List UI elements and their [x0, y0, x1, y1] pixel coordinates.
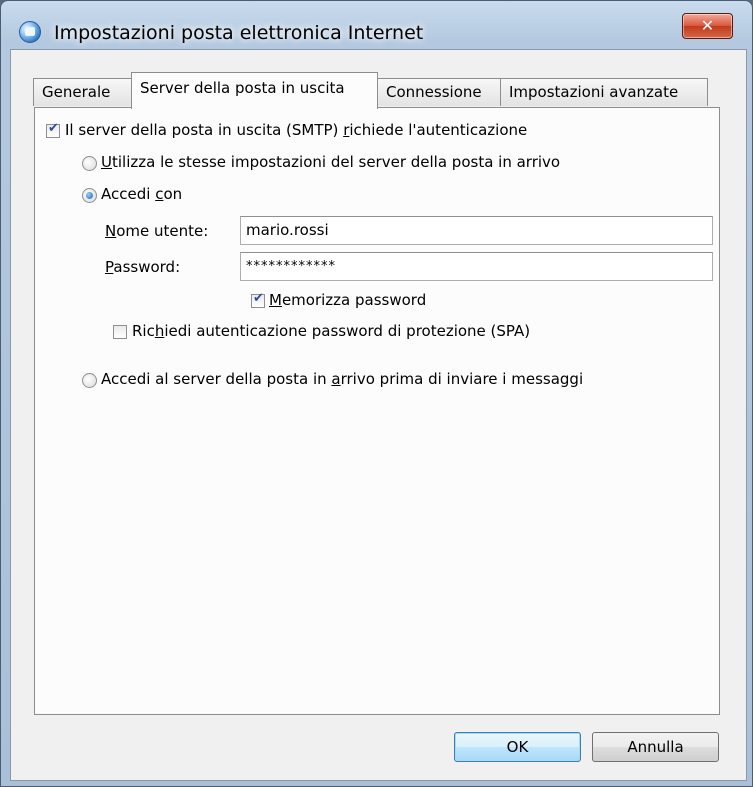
- username-input[interactable]: mario.rossi: [240, 216, 713, 245]
- tab-connessione[interactable]: Connessione: [377, 78, 501, 106]
- password-label: Password:: [105, 258, 180, 276]
- mail-settings-icon: [19, 21, 41, 43]
- label-text: Il server della posta in uscita (SMTP): [65, 121, 344, 139]
- dialog-client-area: Generale Server della posta in uscita Co…: [10, 49, 747, 781]
- window-title: Impostazioni posta elettronica Internet: [54, 22, 424, 44]
- spa-label[interactable]: Richiedi autenticazione password di prot…: [132, 322, 530, 340]
- incoming-first-label[interactable]: Accedi al server della posta in arrivo p…: [101, 370, 583, 388]
- login-with-radio[interactable]: [82, 188, 97, 203]
- label-text: rrivo prima di inviare i messaggi: [340, 370, 584, 388]
- password-input[interactable]: ************: [240, 252, 713, 281]
- label-text: Accedi al server della posta in: [101, 370, 332, 388]
- remember-password-checkbox[interactable]: [251, 291, 265, 308]
- label-text: on: [163, 185, 183, 203]
- tab-label: Server della posta in uscita: [140, 79, 345, 97]
- label-text: iedi autenticazione password di protezio…: [164, 322, 531, 340]
- smtp-auth-checkbox[interactable]: [46, 121, 60, 138]
- tab-server-posta-uscita[interactable]: Server della posta in uscita: [131, 72, 378, 109]
- label-text: ome utente:: [116, 222, 209, 240]
- username-label: Nome utente:: [105, 222, 208, 240]
- tab-label: Generale: [42, 83, 111, 101]
- same-settings-label[interactable]: Utilizza le stesse impostazioni del serv…: [101, 153, 560, 171]
- ok-button[interactable]: OK: [454, 732, 581, 762]
- same-settings-radio[interactable]: [82, 156, 97, 171]
- remember-password-label[interactable]: Memorizza password: [269, 291, 426, 309]
- close-button[interactable]: ✕: [682, 13, 733, 39]
- tab-impostazioni-avanzate[interactable]: Impostazioni avanzate: [500, 78, 708, 106]
- tab-generale[interactable]: Generale: [33, 78, 132, 106]
- incoming-first-radio[interactable]: [82, 373, 97, 388]
- title-bar[interactable]: Impostazioni posta elettronica Internet …: [1, 1, 752, 44]
- spa-checkbox[interactable]: [113, 325, 127, 339]
- tab-label: Impostazioni avanzate: [509, 83, 679, 101]
- tab-panel: Il server della posta in uscita (SMTP) r…: [34, 107, 720, 715]
- label-text: tilizza le stesse impostazioni del serve…: [111, 153, 561, 171]
- cancel-button[interactable]: Annulla: [592, 732, 719, 762]
- access-key: a: [331, 370, 341, 388]
- label-text: ichiede l'autenticazione: [349, 121, 528, 139]
- dialog-window: Impostazioni posta elettronica Internet …: [0, 0, 753, 787]
- access-key: M: [269, 291, 282, 309]
- access-key: h: [154, 322, 165, 340]
- label-text: Accedi: [101, 185, 156, 203]
- label-text: assword:: [113, 258, 181, 276]
- close-icon: ✕: [700, 16, 715, 35]
- login-with-label[interactable]: Accedi con: [101, 185, 182, 203]
- access-key: N: [105, 222, 117, 240]
- tab-label: Connessione: [386, 83, 482, 101]
- access-key: U: [101, 153, 112, 171]
- label-text: Ric: [132, 322, 155, 340]
- smtp-auth-label[interactable]: Il server della posta in uscita (SMTP) r…: [65, 121, 527, 139]
- label-text: emorizza password: [281, 291, 427, 309]
